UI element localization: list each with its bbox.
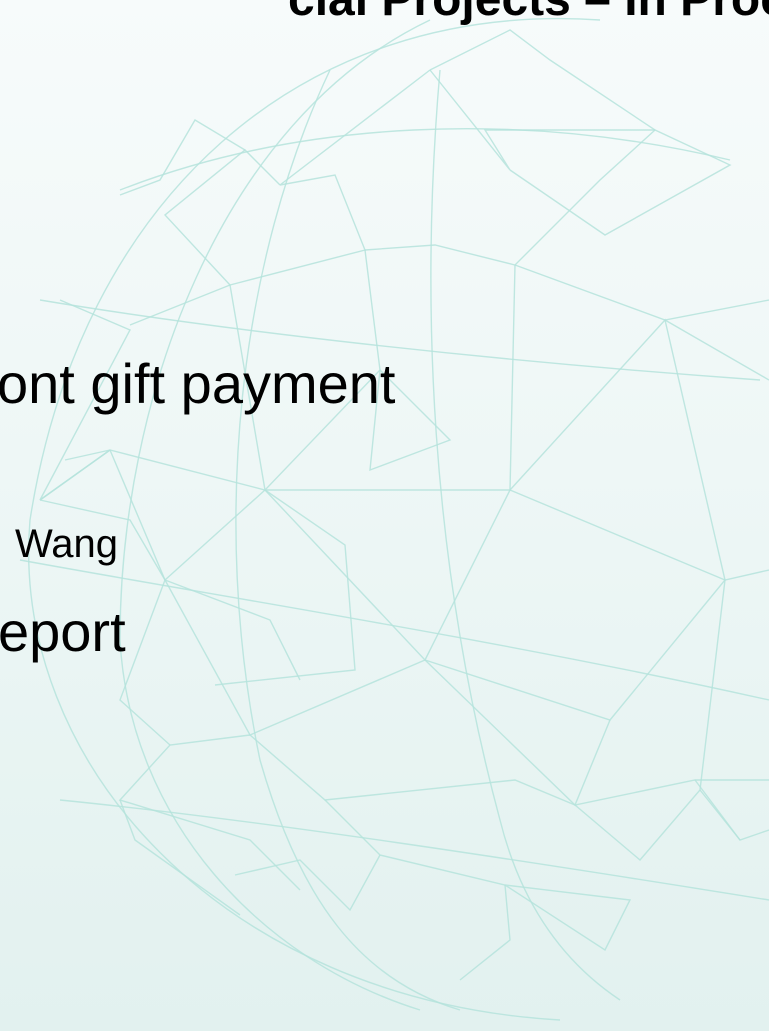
slide: cial Projects – In Process ont gift paym… (0, 0, 769, 1031)
bullet-upfront-gift-payment: ont gift payment (0, 352, 396, 415)
bullet-report: eport (0, 600, 126, 663)
slide-title: cial Projects – In Process (288, 0, 769, 24)
globe-wireframe-background (19, 18, 769, 1021)
bullet-name-wang: Wang (15, 522, 119, 566)
